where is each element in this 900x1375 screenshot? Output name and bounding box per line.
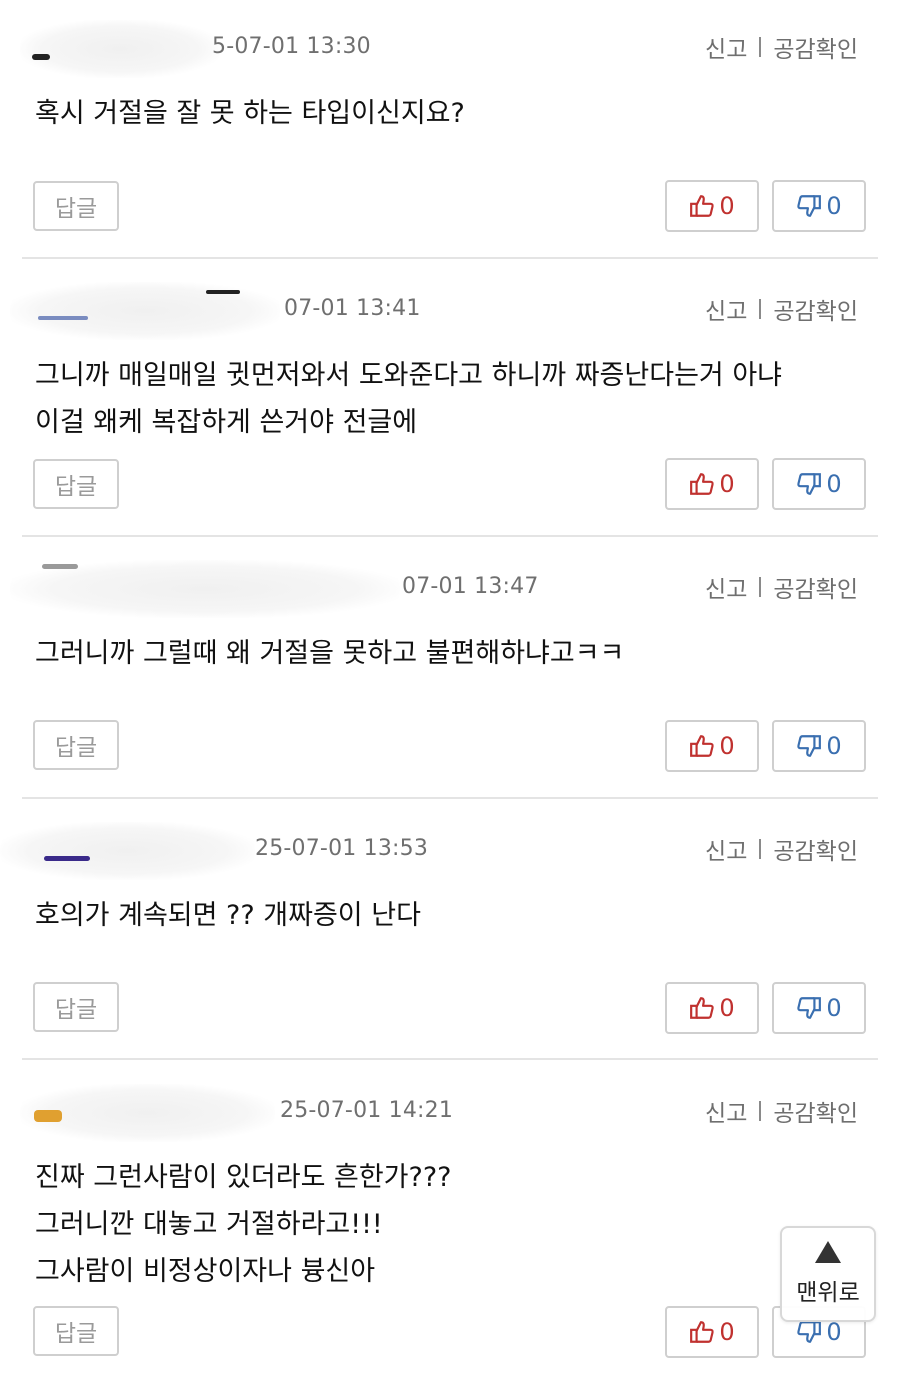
like-button[interactable]: 0: [665, 180, 759, 232]
empathy-check-link[interactable]: 공감확인: [773, 292, 858, 326]
comment-actions: 신고 공감확인: [705, 832, 858, 866]
divider: [759, 37, 762, 57]
dislike-button[interactable]: 0: [772, 720, 866, 772]
comment-date: 07-01 13:41: [284, 296, 421, 321]
divider: [759, 299, 762, 319]
comment-line: 이걸 왜케 복잡하게 쓴거야 전글에: [35, 407, 418, 438]
avatar: [44, 856, 90, 861]
like-button[interactable]: 0: [665, 1306, 759, 1358]
empathy-check-link[interactable]: 공감확인: [773, 570, 858, 604]
dislike-count: 0: [826, 732, 842, 760]
like-button[interactable]: 0: [665, 458, 759, 510]
comment-text: 그러니까 그럴때 왜 거절을 못하고 불편해하냐고ㅋㅋ: [35, 630, 624, 677]
report-link[interactable]: 신고: [705, 832, 747, 866]
comment-date: 5-07-01 13:30: [212, 34, 371, 59]
like-count: 0: [719, 470, 735, 498]
comment-date: 25-07-01 13:53: [255, 836, 429, 861]
thumbs-down-icon: [797, 997, 822, 1019]
like-button[interactable]: 0: [665, 720, 759, 772]
avatar: [34, 1110, 62, 1122]
arrow-up-icon: [815, 1241, 841, 1263]
comment-text: 호의가 계속되면 ?? 개짜증이 난다: [35, 892, 421, 939]
comment-actions: 신고 공감확인: [705, 30, 858, 64]
comment-text: 그니까 매일매일 귓먼저와서 도와준다고 하니까 짜증난다는거 아냐 이걸 왜케…: [35, 352, 782, 446]
thumbs-down-icon: [797, 195, 822, 217]
divider: [759, 577, 762, 597]
dislike-button[interactable]: 0: [772, 458, 866, 510]
author-info: [0, 822, 255, 880]
dislike-button[interactable]: 0: [772, 180, 866, 232]
author-info: [20, 20, 220, 78]
comment-line: 호의가 계속되면 ?? 개짜증이 난다: [35, 900, 421, 931]
dislike-button[interactable]: 0: [772, 982, 866, 1034]
comment-line: 그니까 매일매일 귓먼저와서 도와준다고 하니까 짜증난다는거 아냐: [35, 360, 783, 391]
divider: [759, 1101, 762, 1121]
comment-divider: [22, 1058, 878, 1060]
like-button[interactable]: 0: [665, 982, 759, 1034]
comment-line: 그러니까 그럴때 왜 거절을 못하고 불편해하냐고ㅋㅋ: [35, 638, 625, 669]
comment-actions: 신고 공감확인: [705, 570, 858, 604]
comment-line: 진짜 그런사람이 있더라도 흔한가???: [35, 1162, 452, 1193]
thumbs-up-icon: [690, 997, 715, 1019]
reply-button[interactable]: 답글: [33, 720, 119, 770]
thumbs-up-icon: [690, 1321, 715, 1343]
thumbs-down-icon: [797, 735, 822, 757]
comment-divider: [22, 257, 878, 259]
avatar: [32, 54, 50, 60]
dislike-count: 0: [826, 994, 842, 1022]
empathy-check-link[interactable]: 공감확인: [773, 30, 858, 64]
like-count: 0: [719, 1318, 735, 1346]
comment-actions: 신고 공감확인: [705, 1094, 858, 1128]
avatar: [42, 564, 78, 569]
report-link[interactable]: 신고: [705, 1094, 747, 1128]
comment-date: 25-07-01 14:21: [280, 1098, 454, 1123]
thumbs-up-icon: [690, 735, 715, 757]
thumbs-up-icon: [690, 473, 715, 495]
report-link[interactable]: 신고: [705, 30, 747, 64]
like-count: 0: [719, 192, 735, 220]
avatar: [38, 316, 88, 320]
empathy-check-link[interactable]: 공감확인: [773, 832, 858, 866]
dislike-count: 0: [826, 192, 842, 220]
like-count: 0: [719, 732, 735, 760]
like-count: 0: [719, 994, 735, 1022]
comment-date: 07-01 13:47: [402, 574, 539, 599]
comment-text: 진짜 그런사람이 있더라도 흔한가??? 그러니깐 대놓고 거절하라고!!! 그…: [35, 1154, 452, 1295]
divider: [759, 839, 762, 859]
comment-line: 혹시 거절을 잘 못 하는 타입이신지요?: [35, 98, 465, 129]
report-link[interactable]: 신고: [705, 570, 747, 604]
username-fragment: [206, 290, 240, 294]
comment-line: 그사람이 비정상이자나 븅신아: [35, 1256, 376, 1287]
scroll-to-top-button[interactable]: 맨위로: [780, 1226, 876, 1322]
comment-text: 혹시 거절을 잘 못 하는 타입이신지요?: [35, 90, 465, 137]
reply-button[interactable]: 답글: [33, 181, 119, 231]
scroll-to-top-label: 맨위로: [796, 1280, 860, 1306]
reply-button[interactable]: 답글: [33, 1306, 119, 1356]
reply-button[interactable]: 답글: [33, 982, 119, 1032]
report-link[interactable]: 신고: [705, 292, 747, 326]
comment-line: 그러니깐 대놓고 거절하라고!!!: [35, 1209, 383, 1240]
empathy-check-link[interactable]: 공감확인: [773, 1094, 858, 1128]
dislike-count: 0: [826, 1318, 842, 1346]
comment-actions: 신고 공감확인: [705, 292, 858, 326]
reply-button[interactable]: 답글: [33, 459, 119, 509]
thumbs-down-icon: [797, 473, 822, 495]
comment-divider: [22, 797, 878, 799]
thumbs-down-icon: [797, 1321, 822, 1343]
thumbs-up-icon: [690, 195, 715, 217]
dislike-count: 0: [826, 470, 842, 498]
comment-divider: [22, 535, 878, 537]
